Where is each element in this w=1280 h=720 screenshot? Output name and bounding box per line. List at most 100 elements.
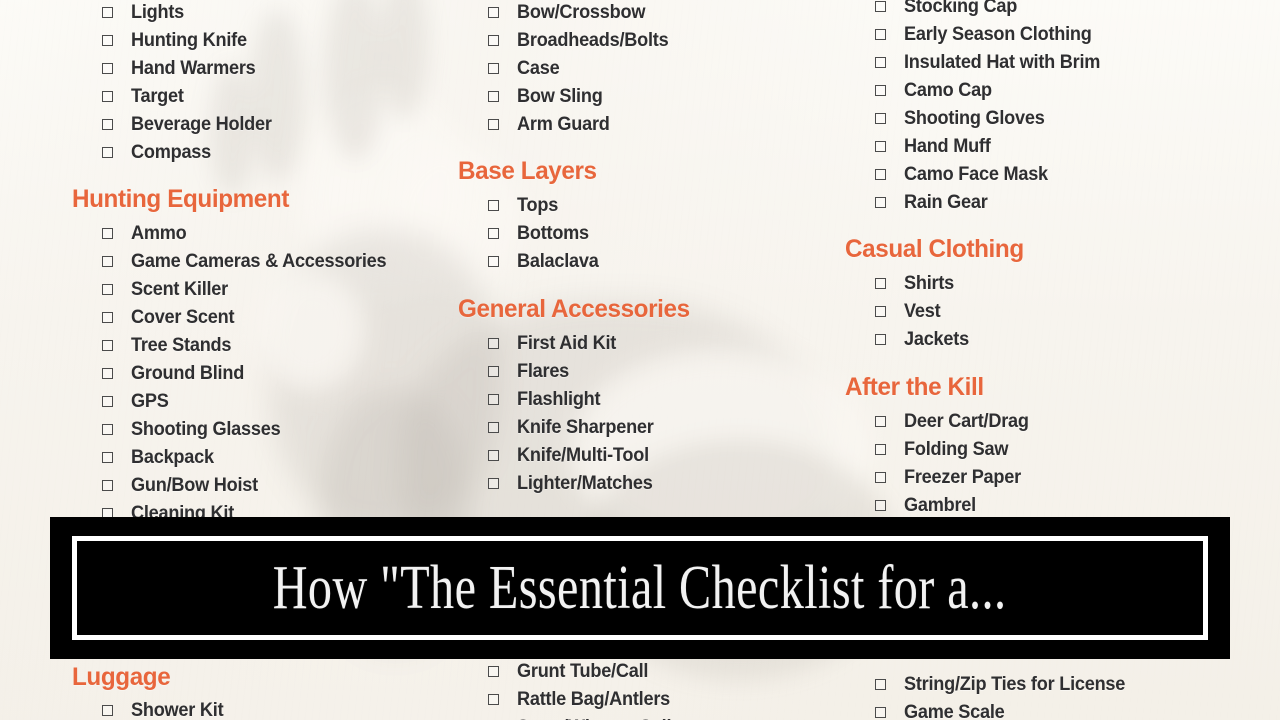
checkbox-icon[interactable] [102,228,113,239]
checkbox-icon[interactable] [102,396,113,407]
checkbox-icon[interactable] [102,368,113,379]
list-item[interactable]: Hand Warmers [102,54,422,82]
list-item[interactable]: Tree Stands [102,332,422,360]
list-item[interactable]: Bottoms [488,220,808,248]
checkbox-icon[interactable] [488,693,499,705]
list-item[interactable]: Bow/Crossbow [488,0,808,26]
checkbox-icon[interactable] [875,499,886,511]
list-item[interactable]: Camo Face Mask [875,160,1195,188]
checkbox-icon[interactable] [488,477,499,489]
checkbox-icon[interactable] [875,334,886,345]
checkbox-icon[interactable] [102,480,113,491]
checkbox-icon[interactable] [102,6,113,18]
checkbox-icon[interactable] [102,340,113,351]
list-item[interactable]: Case [488,54,808,82]
list-item[interactable]: Deer Cart/Drag [875,407,1195,435]
checkbox-icon[interactable] [875,0,886,12]
checkbox-icon[interactable] [102,62,113,74]
list-item[interactable]: String/Zip Ties for License [875,670,1195,698]
checkbox-icon[interactable] [488,90,499,102]
checkbox-icon[interactable] [875,56,886,68]
list-item[interactable]: Bow Sling [488,82,808,110]
checkbox-icon[interactable] [102,118,113,130]
list-item[interactable]: Flashlight [488,385,808,413]
list-item[interactable]: Flares [488,357,808,385]
checkbox-icon[interactable] [488,665,499,677]
list-item[interactable]: Hand Muff [875,132,1195,160]
list-item[interactable]: Target [102,82,422,110]
list-item[interactable]: Rain Gear [875,188,1195,216]
checkbox-icon[interactable] [875,140,886,152]
checkbox-icon[interactable] [102,452,113,463]
checkbox-icon[interactable] [488,337,499,349]
list-item[interactable]: Folding Saw [875,435,1195,463]
list-item[interactable]: Lighter/Matches [488,469,808,497]
checkbox-icon[interactable] [102,312,113,323]
list-item[interactable]: Knife Sharpener [488,413,808,441]
list-item[interactable]: Ammo [102,220,422,248]
list-item[interactable]: Balaclava [488,248,808,276]
checkbox-icon[interactable] [488,449,499,461]
checkbox-icon[interactable] [875,112,886,124]
checkbox-icon[interactable] [488,228,499,239]
list-item[interactable]: Insulated Hat with Brim [875,48,1195,76]
checkbox-icon[interactable] [102,34,113,46]
list-item[interactable]: Vest [875,298,1195,326]
list-item[interactable]: Backpack [102,444,422,472]
checkbox-icon[interactable] [102,424,113,435]
list-item[interactable]: Ground Blind [102,360,422,388]
list-item[interactable]: Scent Killer [102,276,422,304]
checkbox-icon[interactable] [102,146,113,158]
checkbox-icon[interactable] [875,306,886,317]
checkbox-icon[interactable] [488,62,499,74]
list-item[interactable]: Compass [102,138,422,166]
list-item[interactable]: Arm Guard [488,110,808,138]
list-item[interactable]: Rattle Bag/Antlers [488,685,808,713]
checkbox-icon[interactable] [875,196,886,208]
list-item[interactable]: First Aid Kit [488,329,808,357]
list-item[interactable]: Game Cameras & Accessories [102,248,422,276]
checkbox-icon[interactable] [488,256,499,267]
list-item[interactable]: Cover Scent [102,304,422,332]
checkbox-icon[interactable] [875,678,886,690]
checkbox-icon[interactable] [102,705,113,716]
checkbox-icon[interactable] [488,34,499,46]
checkbox-icon[interactable] [488,200,499,211]
checkbox-icon[interactable] [875,706,886,718]
list-item[interactable]: Lights [102,0,422,26]
list-item[interactable]: Early Season Clothing [875,20,1195,48]
checkbox-icon[interactable] [875,84,886,96]
checkbox-icon[interactable] [875,415,886,427]
checkbox-icon[interactable] [488,365,499,377]
list-item[interactable]: Tops [488,192,808,220]
list-item[interactable]: Gambrel [875,491,1195,519]
checkbox-icon[interactable] [875,28,886,40]
list-item[interactable]: Jackets [875,326,1195,354]
list-item[interactable]: Shower Kit [102,697,422,720]
list-item[interactable]: Hunting Knife [102,26,422,54]
list-item[interactable]: Shirts [875,270,1195,298]
list-item[interactable]: Camo Cap [875,76,1195,104]
checkbox-icon[interactable] [875,278,886,289]
checkbox-icon[interactable] [102,256,113,267]
checkbox-icon[interactable] [102,90,113,102]
list-item[interactable]: Shooting Glasses [102,416,422,444]
list-item[interactable]: Stocking Cap [875,0,1195,20]
list-item[interactable]: Broadheads/Bolts [488,26,808,54]
checkbox-icon[interactable] [488,393,499,405]
checkbox-icon[interactable] [875,168,886,180]
list-item[interactable]: Game Scale [875,698,1195,720]
list-item[interactable]: Freezer Paper [875,463,1195,491]
checkbox-icon[interactable] [102,284,113,295]
list-item[interactable]: Grunt Tube/Call [488,657,808,685]
list-item[interactable]: GPS [102,388,422,416]
list-item[interactable]: Gun/Bow Hoist [102,472,422,500]
list-item[interactable]: Snort/Wheeze Call [488,713,808,720]
list-item[interactable]: Knife/Multi-Tool [488,441,808,469]
list-item[interactable]: Shooting Gloves [875,104,1195,132]
checkbox-icon[interactable] [875,471,886,483]
checkbox-icon[interactable] [488,6,499,18]
checkbox-icon[interactable] [875,443,886,455]
checkbox-icon[interactable] [488,118,499,130]
checkbox-icon[interactable] [488,421,499,433]
